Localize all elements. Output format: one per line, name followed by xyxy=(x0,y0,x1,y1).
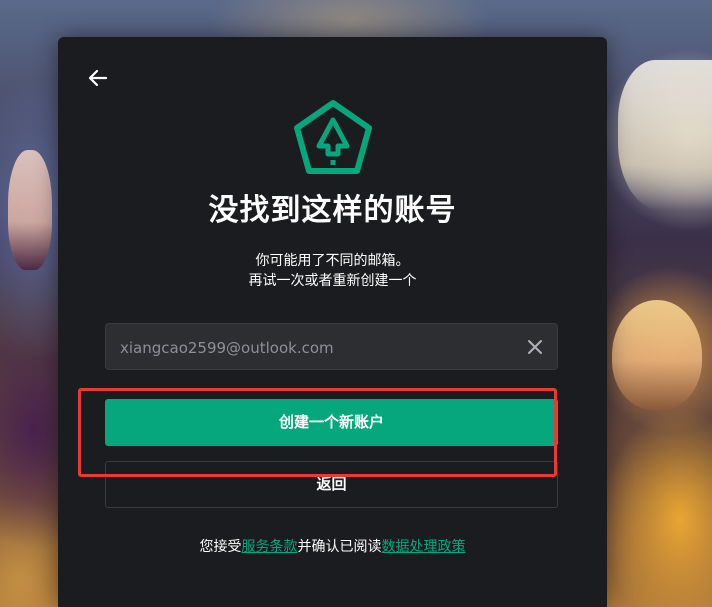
background-character-right xyxy=(612,300,702,410)
background-character-left xyxy=(8,150,52,270)
clear-email-button[interactable] xyxy=(525,337,545,357)
terms-notice: 您接受服务条款并确认已阅读数据处理政策 xyxy=(58,536,607,556)
page-title: 没找到这样的账号 xyxy=(208,193,457,228)
background-character-right-top xyxy=(618,60,712,210)
account-not-found-dialog: 没找到这样的账号 你可能用了不同的邮箱。 再试一次或者重新创建一个 创建一个新账… xyxy=(58,37,607,607)
close-icon xyxy=(528,340,542,354)
terms-of-service-link[interactable]: 服务条款 xyxy=(242,539,298,555)
create-account-button[interactable]: 创建一个新账户 xyxy=(105,399,558,446)
terms-middle: 并确认已阅读 xyxy=(297,539,382,555)
privacy-policy-link[interactable]: 数据处理政策 xyxy=(382,539,466,555)
email-input[interactable] xyxy=(118,324,512,371)
brand-logo xyxy=(291,96,375,180)
terms-prefix: 您接受 xyxy=(199,539,242,555)
subtitle-line-2: 再试一次或者重新创建一个 xyxy=(248,273,417,289)
email-field xyxy=(105,323,558,371)
pentagon-up-arrow-logo-icon xyxy=(294,100,372,174)
back-button[interactable]: 返回 xyxy=(105,461,558,508)
arrow-left-icon xyxy=(88,69,108,87)
subtitle-line-1: 你可能用了不同的邮箱。 xyxy=(255,253,410,269)
subtitle: 你可能用了不同的邮箱。 再试一次或者重新创建一个 xyxy=(58,251,607,291)
back-arrow-button[interactable] xyxy=(86,65,112,91)
